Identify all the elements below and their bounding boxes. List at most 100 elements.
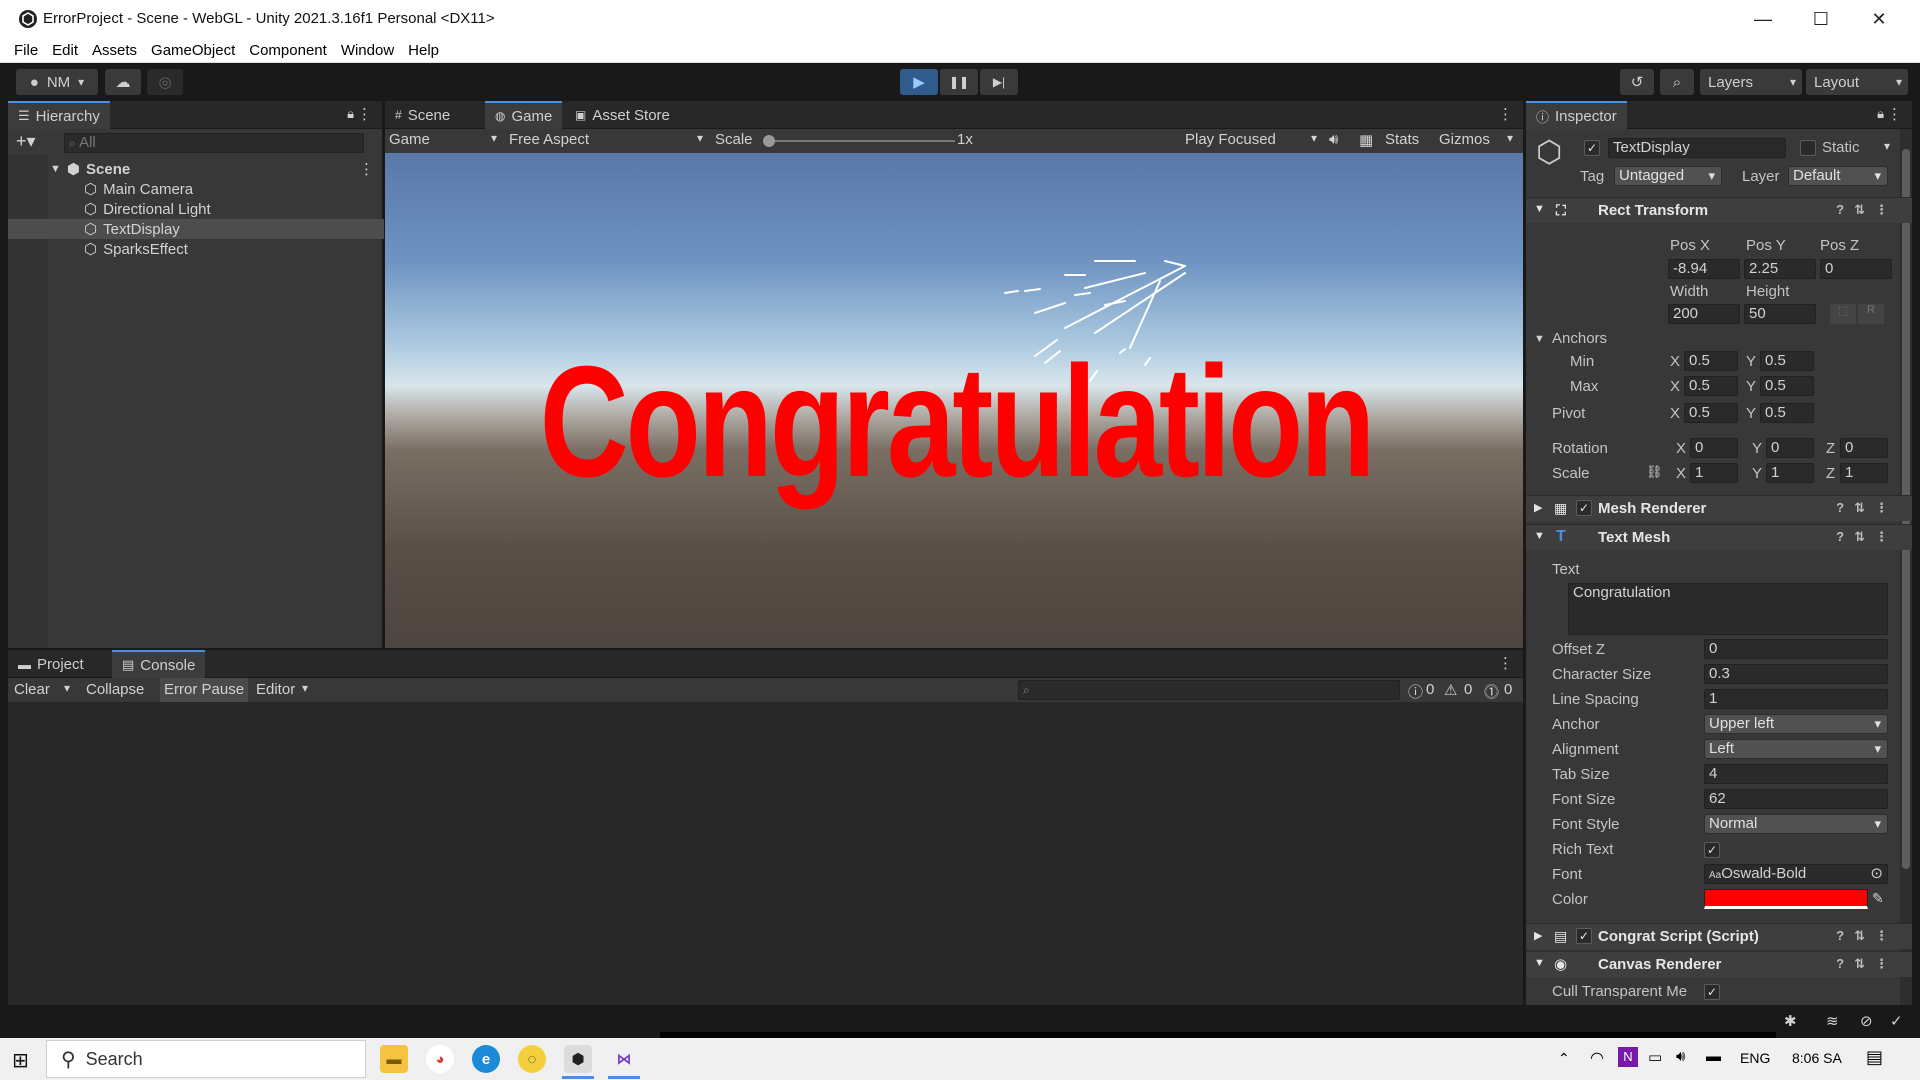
layers-stack-icon[interactable]: ≋ [1826,1012,1839,1030]
tab-asset-store[interactable]: ▣ Asset Store [565,101,680,129]
warning-count[interactable]: 0 [1464,681,1472,698]
maximize-button[interactable]: ☐ [1792,0,1850,38]
add-icon[interactable]: +▾ [16,131,36,152]
clock[interactable]: 8:06 SA [1792,1050,1842,1066]
anchor-max-x-field[interactable]: 0.5 [1684,376,1738,396]
component-header-icons[interactable]: ?⇅⋮ [1836,529,1898,545]
layer-dropdown[interactable]: Default [1788,166,1888,186]
menu-help[interactable]: Help [408,42,439,59]
taskbar-search-input[interactable]: ⚲ Search [46,1040,366,1078]
info-count[interactable]: 0 [1426,681,1434,698]
console-search-input[interactable]: ⌕ [1018,680,1400,700]
list-item[interactable]: ⬡ Directional Light [8,199,384,219]
component-header-icons[interactable]: ?⇅⋮ [1836,202,1898,218]
stats-button[interactable]: Stats [1385,131,1419,148]
cloud-button[interactable]: ☁ [105,69,141,95]
error-pause-button[interactable]: Error Pause [160,678,249,702]
edge-icon[interactable]: e [472,1045,500,1073]
scale-slider[interactable] [763,135,955,147]
tag-dropdown[interactable]: Untagged [1614,166,1722,186]
notification-icon[interactable]: ▤ [1866,1047,1883,1068]
component-header-icons[interactable]: ?⇅⋮ [1836,500,1898,516]
rotation-z-field[interactable]: 0 [1840,438,1888,458]
audio-icon[interactable]: 🔊︎ [1329,131,1338,148]
font-object-field[interactable]: AaOswald-Bold ⊙ [1704,864,1888,884]
language-indicator[interactable]: ENG [1740,1050,1770,1066]
close-button[interactable]: ✕ [1850,0,1908,38]
congrat-script-enabled-checkbox[interactable]: ✓ [1576,928,1592,944]
list-item[interactable]: ⬡ Main Camera [8,179,384,199]
kebab-menu-icon[interactable]: ⋮ [359,160,374,178]
chevron-down-icon[interactable]: ▾ [302,681,308,695]
kebab-menu-icon[interactable]: ⋮ [1498,105,1513,123]
bug-icon[interactable]: ✱ [1784,1012,1797,1030]
inspector-scrollbar[interactable] [1900,129,1912,1005]
tab-game[interactable]: ◍ Game [485,101,563,129]
tab-inspector[interactable]: ⓘ Inspector [1526,101,1627,129]
console-log-area[interactable] [8,702,1523,1005]
tab-hierarchy[interactable]: ☰ Hierarchy [8,101,110,129]
menu-gameobject[interactable]: GameObject [151,42,235,59]
status-check-icon[interactable]: ✓ [1890,1012,1903,1030]
pos-z-field[interactable]: 0 [1820,259,1892,279]
component-header-icons[interactable]: ?⇅⋮ [1836,928,1898,944]
pos-y-field[interactable]: 2.25 [1744,259,1816,279]
clear-button[interactable]: Clear [14,681,50,698]
onenote-icon[interactable]: N [1618,1047,1638,1067]
scale-z-field[interactable]: 1 [1840,463,1888,483]
kebab-menu-icon[interactable]: ⋮ [1498,654,1513,672]
chrome-icon[interactable]: ◕ [426,1045,454,1073]
alignment-dropdown[interactable]: Left [1704,739,1888,759]
file-explorer-icon[interactable]: ▬ [380,1045,408,1073]
layout-dropdown[interactable]: Layout ▾ [1806,69,1908,95]
canvas-renderer-header[interactable]: ▼ ◉ Canvas Renderer ?⇅⋮ [1526,951,1912,977]
chevron-down-icon[interactable]: ▾ [1507,131,1513,145]
menu-file[interactable]: File [14,42,38,59]
scale-y-field[interactable]: 1 [1766,463,1814,483]
gizmos-button[interactable]: Gizmos [1439,131,1490,148]
text-mesh-header[interactable]: ▼ T Text Mesh ?⇅⋮ [1526,524,1912,550]
chat-app-icon[interactable]: ◌ [518,1045,546,1073]
battery-icon[interactable]: ▬ [1706,1048,1721,1065]
congrat-script-header[interactable]: ▶ ▤ ✓ Congrat Script (Script) ?⇅⋮ [1526,923,1912,949]
scale-slider-handle[interactable] [763,135,775,147]
active-checkbox[interactable]: ✓ [1584,140,1600,156]
anchor-dropdown[interactable]: Upper left [1704,714,1888,734]
visual-studio-icon[interactable]: ⋈ [610,1045,638,1073]
lock-icon[interactable]: 🔒︎ [347,106,354,122]
windows-start-icon[interactable]: ⊞ [12,1048,29,1073]
line-spacing-field[interactable]: 1 [1704,689,1888,709]
rich-text-checkbox[interactable]: ✓ [1704,842,1720,858]
static-checkbox[interactable] [1800,140,1816,156]
foldout-icon[interactable]: ▼ [50,163,61,175]
scene-row[interactable]: ▼ ⬢ Scene ⋮ [8,159,384,179]
chevron-up-icon[interactable]: ⌃ [1558,1050,1570,1067]
list-item[interactable]: ⬡ TextDisplay [8,219,384,239]
tab-size-field[interactable]: 4 [1704,764,1888,784]
play-button[interactable]: ▶ [900,69,938,95]
menu-component[interactable]: Component [249,42,327,59]
kebab-menu-icon[interactable]: ⋮ [1887,105,1902,123]
hierarchy-search-input[interactable]: ⌕ All [64,133,364,153]
lock-icon[interactable]: 🔒︎ [1877,106,1884,122]
rect-transform-header[interactable]: ▼ ⛶ Rect Transform ?⇅⋮ [1526,197,1912,223]
error-count[interactable]: 0 [1504,681,1512,698]
tab-project[interactable]: ▬ Project [8,650,94,678]
volume-icon[interactable]: 🔊︎ [1676,1048,1685,1065]
scale-x-field[interactable]: 1 [1690,463,1738,483]
list-item[interactable]: ⬡ SparksEffect [8,239,384,259]
eyedropper-icon[interactable]: ✎ [1872,890,1884,907]
chevron-down-icon[interactable]: ▾ [64,681,70,695]
menu-window[interactable]: Window [341,42,394,59]
chevron-down-icon[interactable]: ▾ [1884,139,1890,153]
stats-grid-icon[interactable]: ▦ [1359,131,1373,149]
kebab-menu-icon[interactable]: ⋮ [357,105,372,123]
anchor-min-y-field[interactable]: 0.5 [1760,351,1814,371]
tab-scene[interactable]: # Scene [385,101,460,129]
height-field[interactable]: 50 [1744,304,1816,324]
collab-button[interactable]: ◎ [147,69,183,95]
device-icon[interactable]: ▭ [1648,1048,1662,1066]
pivot-x-field[interactable]: 0.5 [1684,403,1738,423]
history-button[interactable]: ↺ [1620,69,1654,95]
blueprint-mode-icon[interactable]: ⬚ [1830,304,1856,324]
